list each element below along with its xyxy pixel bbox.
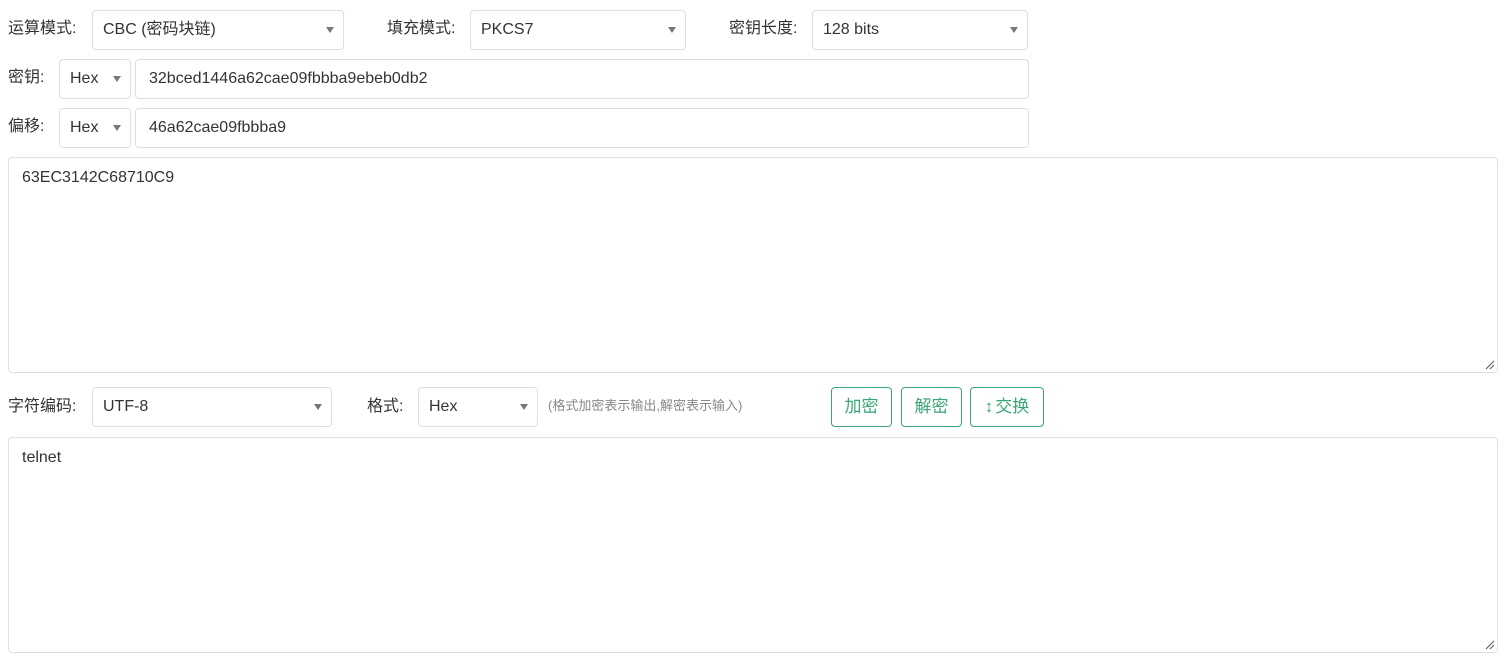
resize-grip-icon[interactable] <box>1485 360 1495 370</box>
format-select-value: Hex <box>429 398 458 415</box>
format-label: 格式: <box>367 398 404 415</box>
mode-select-value: CBC (密码块链) <box>103 21 216 38</box>
key-length-label: 密钥长度: <box>729 20 798 37</box>
format-select[interactable]: Hex <box>418 387 538 427</box>
padding-label: 填充模式: <box>387 20 456 37</box>
iv-format-select[interactable]: Hex <box>59 108 131 148</box>
format-hint: (格式加密表示输出,解密表示输入) <box>548 398 743 413</box>
charset-label: 字符编码: <box>8 398 77 415</box>
key-length-select-value: 128 bits <box>823 21 880 38</box>
caret-down-icon <box>326 27 334 33</box>
padding-select[interactable]: PKCS7 <box>470 10 686 50</box>
key-format-select[interactable]: Hex <box>59 59 131 99</box>
encrypt-button[interactable]: 加密 <box>831 387 892 427</box>
key-label: 密钥: <box>8 69 45 86</box>
charset-select-value: UTF-8 <box>103 398 149 415</box>
iv-label: 偏移: <box>8 118 45 135</box>
key-input[interactable]: 32bced1446a62cae09fbbba9ebeb0db2 <box>135 59 1029 99</box>
ciphertext-text: 63EC3142C68710C9 <box>22 169 175 186</box>
key-length-select[interactable]: 128 bits <box>812 10 1028 50</box>
swap-button-label: 交换 <box>995 397 1030 416</box>
charset-select[interactable]: UTF-8 <box>92 387 332 427</box>
caret-down-icon <box>314 404 322 410</box>
caret-down-icon <box>113 125 121 131</box>
caret-down-icon <box>668 27 676 33</box>
mode-label: 运算模式: <box>8 20 77 37</box>
resize-grip-icon[interactable] <box>1485 640 1495 650</box>
iv-input[interactable]: 46a62cae09fbbba9 <box>135 108 1029 148</box>
key-format-value: Hex <box>70 70 99 87</box>
swap-button[interactable]: ↕ 交换 <box>970 387 1044 427</box>
caret-down-icon <box>520 404 528 410</box>
mode-select[interactable]: CBC (密码块链) <box>92 10 344 50</box>
caret-down-icon <box>113 76 121 82</box>
caret-down-icon <box>1010 27 1018 33</box>
plaintext-text: telnet <box>22 449 62 466</box>
ciphertext-textarea[interactable]: 63EC3142C68710C9 <box>8 157 1498 373</box>
decrypt-button[interactable]: 解密 <box>901 387 962 427</box>
plaintext-textarea[interactable]: telnet <box>8 437 1498 653</box>
up-down-arrow-icon: ↕ <box>984 397 994 416</box>
padding-select-value: PKCS7 <box>481 21 534 38</box>
iv-format-value: Hex <box>70 119 99 136</box>
